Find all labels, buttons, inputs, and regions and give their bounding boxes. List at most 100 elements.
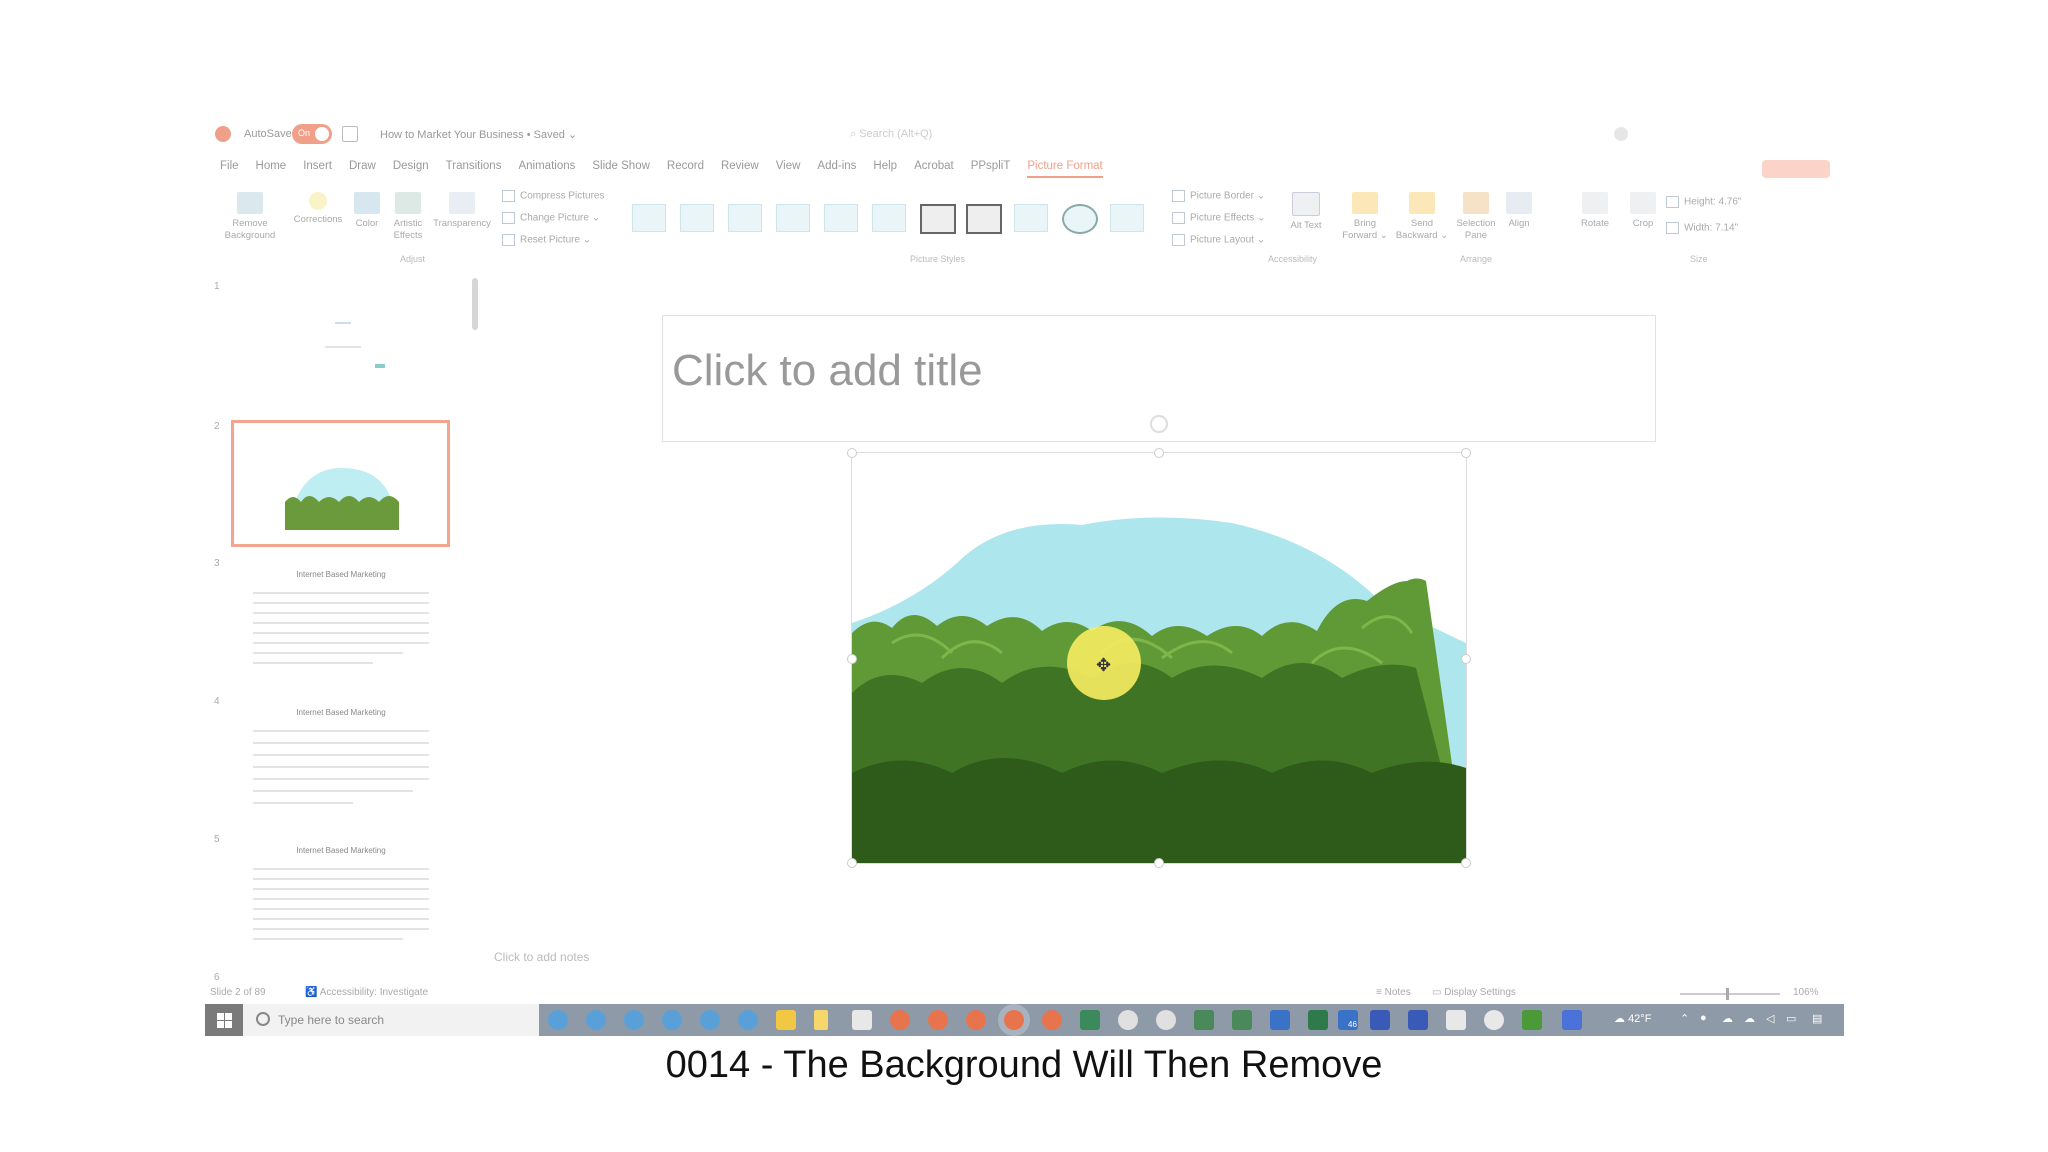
windows-start-button[interactable] — [205, 1004, 243, 1036]
notifications-icon[interactable]: ▤ — [1812, 1012, 1822, 1025]
save-icon[interactable] — [342, 126, 358, 142]
resize-handle-s[interactable] — [1154, 858, 1164, 868]
picture-style-7[interactable] — [920, 204, 956, 234]
resize-handle-w[interactable] — [847, 654, 857, 664]
taskbar-search-input[interactable]: Type here to search — [278, 1013, 384, 1027]
powerpoint-app-icon-active[interactable] — [1004, 1010, 1024, 1030]
tab-add-ins[interactable]: Add-ins — [817, 160, 856, 178]
slide-thumbnail-1[interactable] — [233, 284, 449, 406]
chrome-icon[interactable] — [1156, 1010, 1176, 1030]
edge-app-icon[interactable] — [624, 1010, 644, 1030]
chrome-icon[interactable] — [1118, 1010, 1138, 1030]
picture-style-8[interactable] — [966, 204, 1002, 234]
tab-ppsplit[interactable]: PPspliT — [971, 160, 1011, 178]
edge-app-icon[interactable] — [700, 1010, 720, 1030]
account-icon[interactable] — [1614, 127, 1628, 141]
file-explorer-icon[interactable] — [776, 1010, 796, 1030]
tab-record[interactable]: Record — [667, 160, 704, 178]
tab-insert[interactable]: Insert — [303, 160, 332, 178]
accessibility-status[interactable]: ♿ Accessibility: Investigate — [305, 987, 428, 998]
outlook-icon[interactable] — [1270, 1010, 1290, 1030]
picture-border-button[interactable]: Picture Border ⌄ — [1172, 190, 1265, 202]
powerpoint-app-icon[interactable] — [928, 1010, 948, 1030]
edge-app-icon[interactable] — [738, 1010, 758, 1030]
crop-button[interactable]: Crop — [1628, 192, 1658, 230]
rotation-handle[interactable] — [1150, 415, 1168, 433]
slide-thumbnail-2[interactable] — [231, 420, 450, 547]
sticky-notes-icon[interactable] — [814, 1010, 828, 1030]
tab-review[interactable]: Review — [721, 160, 759, 178]
picture-style-5[interactable] — [824, 204, 858, 232]
app-icon[interactable] — [1484, 1010, 1504, 1030]
tab-transitions[interactable]: Transitions — [446, 160, 502, 178]
resize-handle-nw[interactable] — [847, 448, 857, 458]
share-button[interactable] — [1762, 160, 1830, 178]
app-icon[interactable] — [1194, 1010, 1214, 1030]
app-icon[interactable] — [1232, 1010, 1252, 1030]
resize-handle-sw[interactable] — [847, 858, 857, 868]
slide-thumbnail-3[interactable]: Internet Based Marketing — [233, 562, 449, 684]
picture-style-6[interactable] — [872, 204, 906, 232]
edge-app-icon[interactable] — [586, 1010, 606, 1030]
zoom-level[interactable]: 106% — [1793, 987, 1819, 998]
slide-thumbnail-5[interactable]: Internet Based Marketing — [233, 838, 449, 960]
notes-toggle[interactable]: ≡ Notes — [1376, 987, 1411, 998]
zoom-slider[interactable] — [1680, 993, 1780, 995]
powerpoint-app-icon[interactable] — [890, 1010, 910, 1030]
change-picture-button[interactable]: Change Picture ⌄ — [502, 212, 600, 224]
edge-app-icon[interactable] — [662, 1010, 682, 1030]
app-icon[interactable] — [1308, 1010, 1328, 1030]
picture-style-11[interactable] — [1110, 204, 1144, 232]
artistic-effects-button[interactable]: Artistic Effects — [388, 192, 428, 242]
rotate-button[interactable]: Rotate — [1578, 192, 1612, 230]
tab-view[interactable]: View — [776, 160, 801, 178]
document-title[interactable]: How to Market Your Business • Saved ⌄ — [380, 128, 577, 141]
picture-style-4[interactable] — [776, 204, 810, 232]
app-icon[interactable] — [1562, 1010, 1582, 1030]
resize-handle-se[interactable] — [1461, 858, 1471, 868]
tab-home[interactable]: Home — [256, 160, 287, 178]
tab-acrobat[interactable]: Acrobat — [914, 160, 954, 178]
tab-slide-show[interactable]: Slide Show — [592, 160, 650, 178]
picture-layout-button[interactable]: Picture Layout ⌄ — [1172, 234, 1265, 246]
word-icon[interactable] — [1370, 1010, 1390, 1030]
word-icon[interactable] — [1408, 1010, 1428, 1030]
selection-pane-button[interactable]: Selection Pane — [1452, 192, 1500, 242]
onedrive-icon[interactable]: ☁ — [1722, 1012, 1733, 1025]
corrections-button[interactable]: Corrections — [290, 192, 346, 226]
picture-style-3[interactable] — [728, 204, 762, 232]
picture-effects-button[interactable]: Picture Effects ⌄ — [1172, 212, 1265, 224]
notes-placeholder[interactable]: Click to add notes — [494, 950, 589, 964]
resize-handle-e[interactable] — [1461, 654, 1471, 664]
top-search-input[interactable]: ⌕ Search (Alt+Q) — [850, 128, 932, 141]
display-icon[interactable]: ▭ — [1786, 1012, 1796, 1025]
display-settings[interactable]: ▭ Display Settings — [1432, 987, 1516, 998]
network-icon[interactable]: ☁ — [1744, 1012, 1755, 1025]
remove-background-button[interactable]: Remove Background — [224, 192, 276, 242]
picture-style-1[interactable] — [632, 204, 666, 232]
tab-file[interactable]: File — [220, 160, 239, 178]
powerpoint-app-icon[interactable] — [966, 1010, 986, 1030]
edge-app-icon[interactable] — [548, 1010, 568, 1030]
autosave-toggle[interactable]: On — [292, 124, 332, 144]
transparency-button[interactable]: Transparency — [432, 192, 492, 230]
resize-handle-n[interactable] — [1154, 448, 1164, 458]
slide-thumbnail-4[interactable]: Internet Based Marketing — [233, 700, 449, 822]
width-field[interactable]: Width: 7.14" — [1666, 222, 1738, 234]
app-icon[interactable] — [1446, 1010, 1466, 1030]
picture-style-10[interactable] — [1062, 204, 1098, 234]
reset-picture-button[interactable]: Reset Picture ⌄ — [502, 234, 591, 246]
resize-handle-ne[interactable] — [1461, 448, 1471, 458]
title-placeholder[interactable]: Click to add title — [672, 346, 983, 396]
send-backward-button[interactable]: Send Backward ⌄ — [1394, 192, 1450, 242]
weather-widget[interactable]: ☁ 42°F — [1614, 1012, 1651, 1025]
tab-draw[interactable]: Draw — [349, 160, 376, 178]
compress-pictures-button[interactable]: Compress Pictures — [502, 190, 604, 202]
tray-chevron-icon[interactable]: ⌃ — [1680, 1012, 1689, 1025]
spreadsheet-app-icon[interactable] — [1080, 1010, 1100, 1030]
microphone-icon[interactable]: ● — [1700, 1012, 1707, 1024]
powerpoint-app-icon[interactable] — [1042, 1010, 1062, 1030]
picture-style-9[interactable] — [1014, 204, 1048, 232]
calendar-icon[interactable] — [852, 1010, 872, 1030]
picture-style-2[interactable] — [680, 204, 714, 232]
